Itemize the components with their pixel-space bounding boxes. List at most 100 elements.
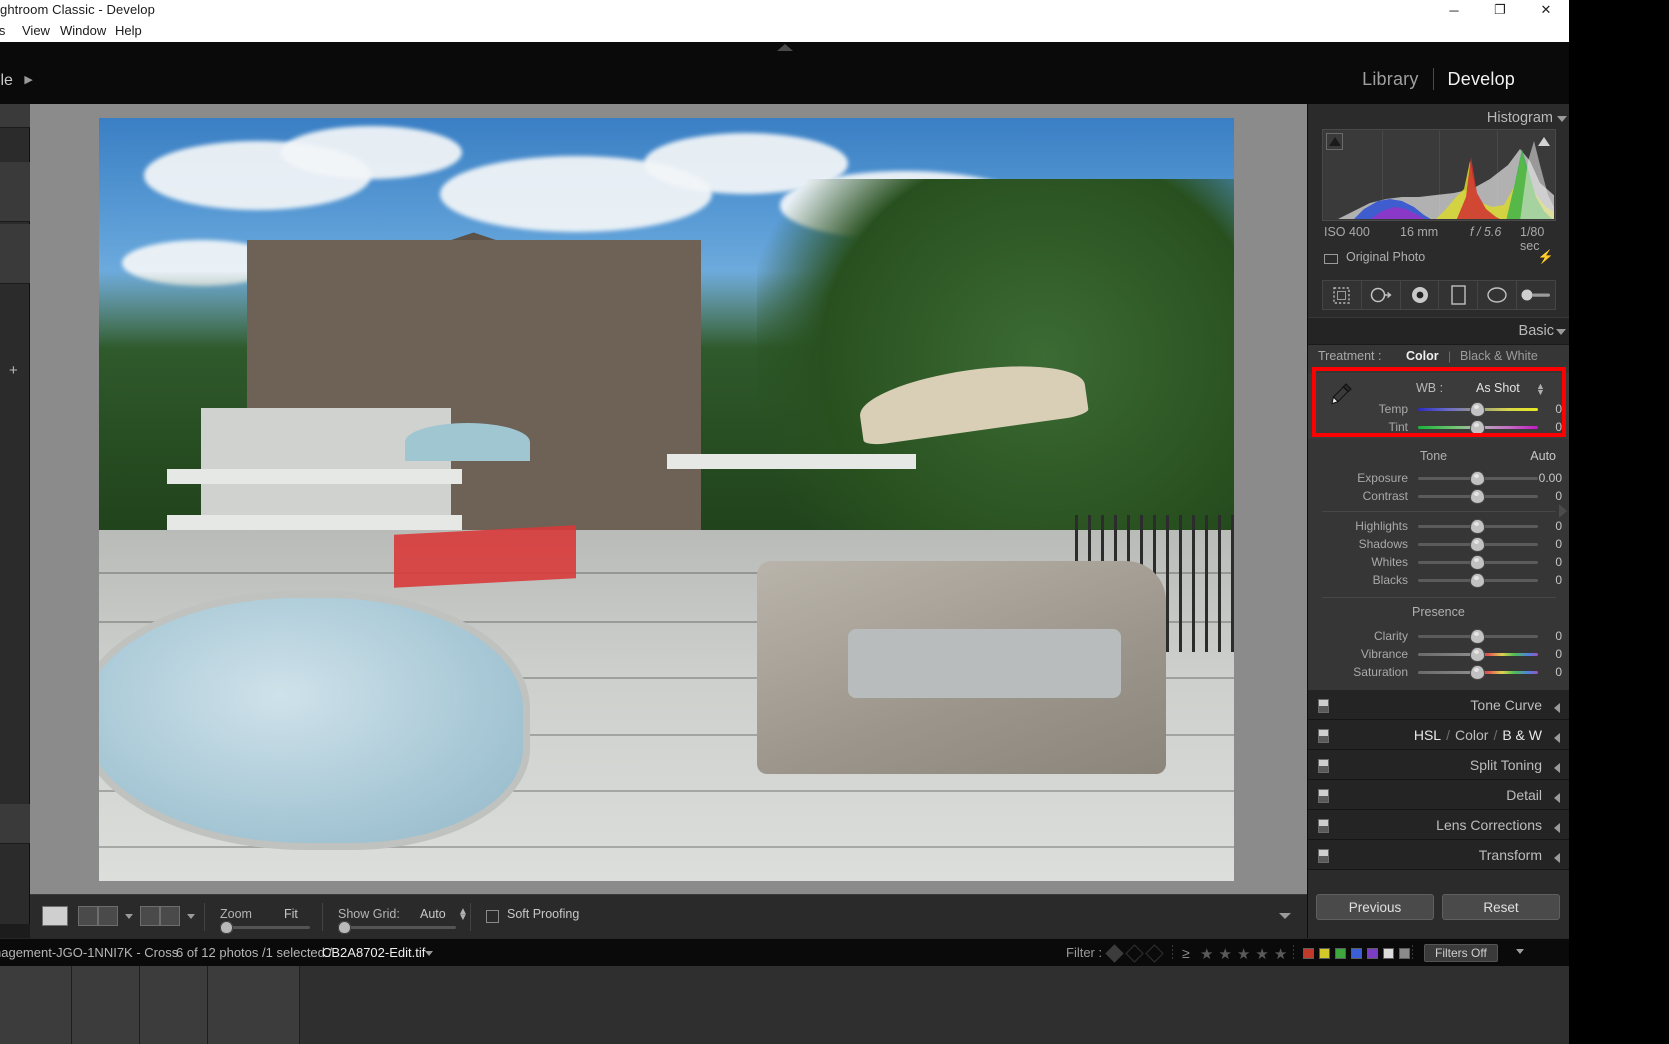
- panel-transform[interactable]: Transform: [1308, 840, 1570, 870]
- filters-off-button[interactable]: Filters Off: [1424, 944, 1498, 962]
- treatment-color-option[interactable]: Color: [1406, 349, 1439, 363]
- star-icon[interactable]: ★: [1274, 945, 1287, 963]
- saturation-slider-row[interactable]: Saturation 0: [1308, 663, 1570, 681]
- flag-rejected-icon[interactable]: [1145, 944, 1164, 963]
- star-filter-group[interactable]: ★ ★ ★ ★ ★: [1200, 945, 1287, 963]
- wb-stepper-icon[interactable]: ▲ ▼: [1536, 382, 1545, 397]
- rating-operator[interactable]: ≥: [1182, 945, 1190, 961]
- lens-corrections-toggle[interactable]: [1318, 819, 1329, 833]
- contrast-value[interactable]: 0: [1530, 489, 1562, 503]
- grid-slider-knob[interactable]: [338, 921, 351, 934]
- detail-expand-icon[interactable]: [1554, 793, 1560, 803]
- highlights-value[interactable]: 0: [1530, 519, 1562, 533]
- tint-slider-knob[interactable]: [1471, 421, 1484, 434]
- current-filename[interactable]: CB2A8702-Edit.tif: [322, 945, 425, 960]
- clarity-value[interactable]: 0: [1530, 629, 1562, 643]
- wb-value[interactable]: As Shot: [1476, 381, 1520, 395]
- color-label-purple[interactable]: [1367, 948, 1378, 959]
- hsl-expand-icon[interactable]: [1554, 733, 1560, 743]
- exposure-value[interactable]: 0.00: [1530, 471, 1562, 485]
- graduated-filter-icon[interactable]: [1439, 280, 1479, 310]
- filmstrip-thumb[interactable]: [208, 966, 300, 1044]
- develop-photo[interactable]: [99, 118, 1234, 881]
- contrast-slider-row[interactable]: Contrast 0: [1308, 487, 1570, 505]
- left-panel-row[interactable]: [0, 804, 30, 844]
- menu-item-tools[interactable]: ls: [0, 23, 5, 38]
- shadow-clipping-indicator[interactable]: [1326, 133, 1343, 150]
- transform-expand-icon[interactable]: [1554, 853, 1560, 863]
- blacks-value[interactable]: 0: [1530, 573, 1562, 587]
- tone-curve-expand-icon[interactable]: [1554, 703, 1560, 713]
- hsl-label[interactable]: HSL: [1414, 727, 1441, 743]
- color-label-none[interactable]: [1399, 948, 1410, 959]
- menu-item-window[interactable]: Window: [60, 23, 106, 38]
- temp-slider-knob[interactable]: [1471, 403, 1484, 416]
- panel-hsl-color-bw[interactable]: HSL / Color / B & W: [1308, 720, 1570, 750]
- filmstrip-thumb[interactable]: [140, 966, 208, 1044]
- shadows-slider-knob[interactable]: [1471, 538, 1484, 551]
- filmstrip-thumb[interactable]: [72, 966, 140, 1044]
- color-label[interactable]: Color: [1455, 727, 1488, 743]
- color-label-yellow[interactable]: [1319, 948, 1330, 959]
- before-after-left-icon[interactable]: [78, 906, 98, 926]
- highlight-clipping-indicator[interactable]: [1535, 133, 1552, 150]
- flag-filter-group[interactable]: [1105, 944, 1164, 963]
- before-after-right-icon[interactable]: [98, 906, 118, 926]
- histogram-collapse-icon[interactable]: [1557, 116, 1567, 122]
- left-panel-row[interactable]: [0, 104, 30, 128]
- whites-slider-row[interactable]: Whites 0: [1308, 553, 1570, 571]
- star-icon[interactable]: ★: [1200, 945, 1213, 963]
- blacks-slider-knob[interactable]: [1471, 574, 1484, 587]
- blacks-slider-row[interactable]: Blacks 0: [1308, 571, 1570, 589]
- basic-panel-header[interactable]: Basic: [1308, 317, 1570, 345]
- whites-value[interactable]: 0: [1530, 555, 1562, 569]
- color-label-green[interactable]: [1335, 948, 1346, 959]
- vibrance-slider-row[interactable]: Vibrance 0: [1308, 645, 1570, 663]
- split-toning-expand-icon[interactable]: [1554, 763, 1560, 773]
- color-label-white[interactable]: [1383, 948, 1394, 959]
- color-label-filter-group[interactable]: [1303, 948, 1410, 959]
- highlights-slider-row[interactable]: Highlights 0: [1308, 517, 1570, 535]
- bw-label[interactable]: B & W: [1502, 727, 1542, 743]
- toolbar-collapse-icon[interactable]: [1279, 913, 1291, 919]
- module-develop[interactable]: Develop: [1434, 69, 1529, 90]
- color-label-red[interactable]: [1303, 948, 1314, 959]
- radial-filter-icon[interactable]: [1478, 280, 1518, 310]
- star-icon[interactable]: ★: [1218, 945, 1231, 963]
- panel-tone-curve[interactable]: Tone Curve: [1308, 690, 1570, 720]
- treatment-bw-option[interactable]: Black & White: [1460, 349, 1538, 363]
- tone-curve-toggle[interactable]: [1318, 699, 1329, 713]
- before-after-dropdown-icon[interactable]: [125, 914, 133, 919]
- star-icon[interactable]: ★: [1255, 945, 1268, 963]
- lens-corrections-expand-icon[interactable]: [1554, 823, 1560, 833]
- shadows-value[interactable]: 0: [1530, 537, 1562, 551]
- color-label-blue[interactable]: [1351, 948, 1362, 959]
- show-grid-value[interactable]: Auto: [420, 907, 446, 921]
- module-library[interactable]: Library: [1348, 69, 1432, 90]
- show-grid-stepper-icon[interactable]: ▲ ▼: [458, 907, 468, 923]
- adjustment-brush-icon[interactable]: [1517, 280, 1555, 310]
- temp-slider-row[interactable]: Temp 0: [1308, 400, 1570, 418]
- previous-button[interactable]: Previous: [1316, 894, 1434, 920]
- loupe-view-icon[interactable]: [42, 906, 68, 926]
- reset-button[interactable]: Reset: [1442, 894, 1560, 920]
- filename-dropdown-icon[interactable]: [425, 951, 433, 956]
- shadows-slider-row[interactable]: Shadows 0: [1308, 535, 1570, 553]
- basic-collapse-icon[interactable]: [1556, 329, 1566, 335]
- saturation-value[interactable]: 0: [1530, 665, 1562, 679]
- transform-toggle[interactable]: [1318, 849, 1329, 863]
- highlights-slider-knob[interactable]: [1471, 520, 1484, 533]
- contrast-slider-knob[interactable]: [1471, 490, 1484, 503]
- soft-proofing-checkbox[interactable]: [486, 910, 499, 923]
- close-button[interactable]: ✕: [1523, 0, 1569, 20]
- split-toning-toggle[interactable]: [1318, 759, 1329, 773]
- saturation-slider-knob[interactable]: [1471, 666, 1484, 679]
- star-icon[interactable]: ★: [1237, 945, 1250, 963]
- right-panel-collapse-handle[interactable]: [1559, 504, 1567, 518]
- add-collection-icon[interactable]: +: [9, 362, 18, 379]
- copy-settings-right-icon[interactable]: [160, 906, 180, 926]
- hsl-toggle[interactable]: [1318, 729, 1329, 743]
- filters-dropdown-icon[interactable]: [1516, 949, 1524, 954]
- soft-proofing-label[interactable]: Soft Proofing: [507, 907, 579, 921]
- vibrance-value[interactable]: 0: [1530, 647, 1562, 661]
